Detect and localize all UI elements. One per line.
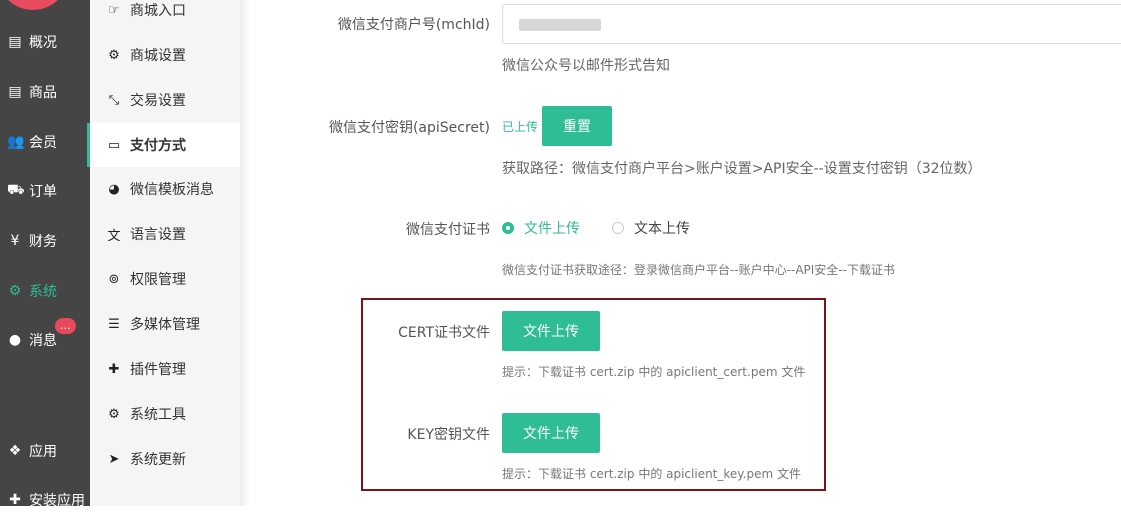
mchid-label: 微信支付商户号(mchId) [337,17,490,33]
mchid-input[interactable] [502,4,1121,44]
submenu-item-label: 支付方式 [130,138,186,154]
submenu-item-store-entry[interactable]: ☞ 商城入口 [90,0,240,32]
submenu-item-system-tools[interactable]: ⚙ 系统工具 [90,392,240,436]
submenu-item-label: 系统更新 [130,452,186,468]
submenu-item-store-settings[interactable]: ⚙ 商城设置 [90,33,240,77]
nav-item-label: 概况 [29,35,57,51]
settings-submenu: ☞ 商城入口 ⚙ 商城设置 ⤡ 交易设置 ▭ 支付方式 ◕ 微信模板消息 文 语… [87,0,243,506]
nav-item-label: 应用 [29,444,57,460]
wechat-icon: ◕ [108,181,120,197]
submenu-item-label: 商城入口 [130,3,186,19]
submenu-item-trade-settings[interactable]: ⤡ 交易设置 [90,78,240,122]
radio-text-upload[interactable]: 文本上传 [612,218,690,238]
submenu-item-label: 多媒体管理 [130,317,200,333]
gear-icon: ⚙ [108,47,120,63]
nav-item-overview[interactable]: ▤ 概况 [0,20,90,64]
cert-file-label: CERT证书文件 [398,325,490,341]
paper-plane-icon: ➤ [108,451,120,467]
nav-item-label: 商品 [29,85,57,101]
nav-item-label: 订单 [29,184,57,200]
radio-checked-icon [502,222,514,234]
avatar[interactable] [0,0,69,10]
submenu-item-label: 交易设置 [130,93,186,109]
cert-label: 微信支付证书 [406,222,490,238]
secret-status: 已上传 [502,120,539,134]
cubes-icon: ❖ [8,443,22,459]
key-file-label: KEY密钥文件 [407,427,490,443]
compress-icon: ⤡ [108,92,120,108]
radio-label: 文件上传 [524,221,580,237]
archive-icon: ▤ [8,34,22,50]
gear-icon: ⚙ [108,406,120,422]
secret-label: 微信支付密钥(apiSecret) [328,120,490,136]
users-icon: 👥 [7,134,25,150]
submenu-item-label: 插件管理 [130,362,186,378]
gamepad-icon: ⊚ [108,271,120,287]
submenu-item-label: 商城设置 [130,48,186,64]
nav-item-members[interactable]: 👥 会员 [0,120,90,164]
nav-item-finance[interactable]: ¥ 财务 [0,219,90,263]
key-upload-button[interactable]: 文件上传 [502,413,600,453]
radio-unchecked-icon [612,222,624,234]
cart-icon: ⛟ [7,182,25,198]
cert-file-help: 提示：下载证书 cert.zip 中的 apiclient_cert.pem 文… [502,365,806,379]
submenu-item-label: 权限管理 [130,272,186,288]
masked-value [519,19,601,31]
submenu-item-label: 微信模板消息 [130,182,214,198]
mchid-help: 微信公众号以邮件形式告知 [502,58,670,74]
nav-item-label: 消息 [29,333,57,349]
nav-item-orders[interactable]: ⛟ 订单 [0,169,90,213]
archive-icon: ▤ [8,84,22,100]
submenu-item-label: 系统工具 [130,407,186,423]
radio-file-upload[interactable]: 文件上传 [502,218,580,238]
submenu-item-system-update[interactable]: ➤ 系统更新 [90,437,240,481]
cert-help: 微信支付证书获取途径：登录微信商户平台--账户中心--API安全--下载证书 [502,263,895,277]
left-nav: ▤ 概况 ▤ 商品 👥 会员 ⛟ 订单 ¥ 财务 ⚙ 系统 ● 消息 ... ❖… [0,0,90,509]
language-icon: 文 [107,228,121,244]
comment-icon: ● [8,332,22,348]
nav-item-label: 系统 [29,284,57,300]
cert-upload-button[interactable]: 文件上传 [502,311,600,351]
credit-card-icon: ▭ [107,137,121,153]
submenu-item-payment[interactable]: ▭ 支付方式 [87,123,243,167]
nav-item-label: 安装应用 [29,493,85,509]
content-divider [240,0,250,506]
gears-icon: ⚙ [8,283,22,299]
submenu-item-label: 语言设置 [130,227,186,243]
yen-icon: ¥ [10,233,20,249]
nav-item-system[interactable]: ⚙ 系统 [0,269,90,313]
nav-item-goods[interactable]: ▤ 商品 [0,70,90,114]
reset-button[interactable]: 重置 [542,106,612,146]
submenu-item-media[interactable]: ☰ 多媒体管理 [90,302,240,346]
hand-pointer-icon: ☞ [108,2,120,18]
submenu-item-permissions[interactable]: ⊚ 权限管理 [90,257,240,301]
secret-help: 获取路径：微信支付商户平台>账户设置>API安全--设置支付密钥（32位数） [502,161,982,177]
submenu-item-wechat-template[interactable]: ◕ 微信模板消息 [90,167,240,211]
message-badge: ... [55,318,76,334]
puzzle-icon: ✚ [108,361,120,377]
nav-item-apps[interactable]: ❖ 应用 [0,429,90,473]
nav-item-install-apps[interactable]: ✚ 安装应用 [0,478,90,522]
submenu-item-language[interactable]: 文 语言设置 [90,212,240,256]
radio-label: 文本上传 [634,221,690,237]
submenu-item-plugins[interactable]: ✚ 插件管理 [90,347,240,391]
nav-item-label: 会员 [29,135,57,151]
nav-item-messages[interactable]: ● 消息 ... [0,318,90,362]
nav-item-label: 财务 [29,234,57,250]
key-file-help: 提示：下载证书 cert.zip 中的 apiclient_key.pem 文件 [502,467,802,481]
list-icon: ☰ [108,316,120,332]
